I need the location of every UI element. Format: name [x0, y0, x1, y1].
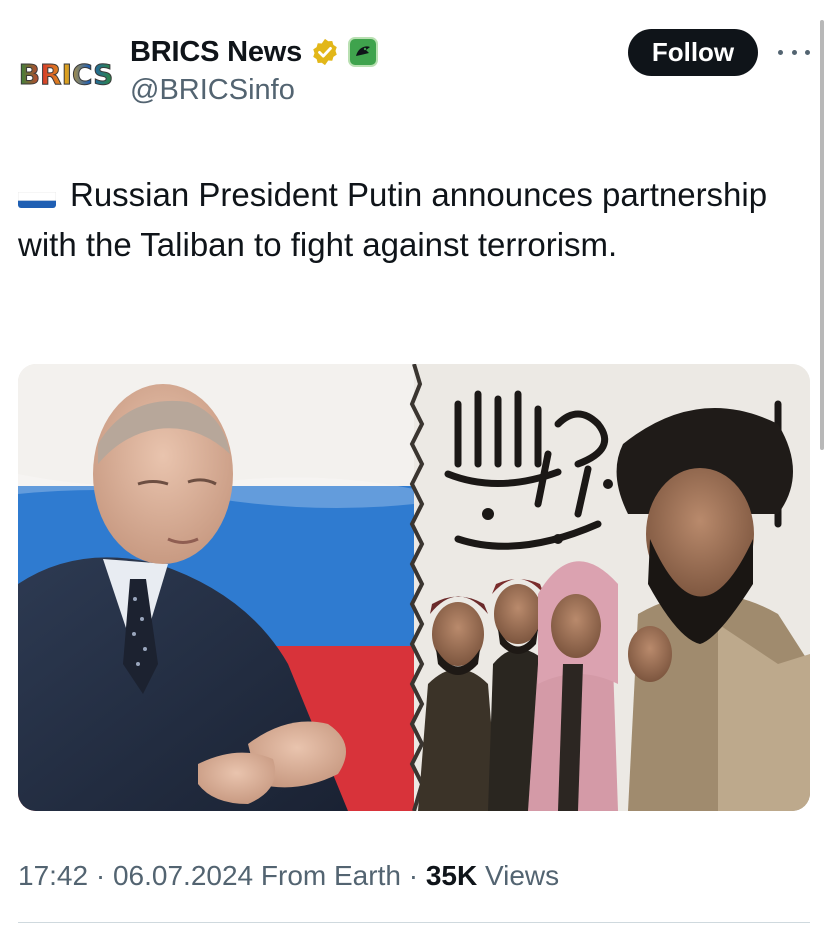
views-label: Views: [477, 860, 560, 891]
follow-button[interactable]: Follow: [628, 29, 758, 76]
avatar[interactable]: BRICS: [18, 40, 114, 104]
more-options-icon[interactable]: [778, 40, 810, 64]
brics-logo-icon: BRICS: [18, 58, 114, 92]
tweet-text: Russian President Putin announces partne…: [18, 170, 808, 270]
scrollbar[interactable]: [820, 20, 824, 450]
tweet-source: From Earth: [253, 860, 401, 891]
meta-separator: ·: [88, 860, 113, 891]
tweet-media-image[interactable]: [18, 364, 810, 811]
tweet-time[interactable]: 17:42: [18, 860, 88, 891]
russia-flag-icon: [18, 182, 56, 208]
affiliate-badge-icon[interactable]: [348, 37, 379, 67]
author-handle[interactable]: @BRICSinfo: [130, 74, 295, 107]
tweet-card: BRICS BRICS News @BRICSinfo Follow Russi…: [0, 0, 828, 927]
display-name[interactable]: BRICS News: [130, 36, 302, 69]
verified-badge-icon: [310, 37, 340, 67]
meta-separator: ·: [400, 860, 426, 891]
author-name-row[interactable]: BRICS News: [130, 34, 379, 70]
tweet-meta: 17:42 · 06.07.2024 From Earth · 35K View…: [18, 860, 559, 892]
views-count[interactable]: 35K: [426, 860, 477, 891]
tweet-body: Russian President Putin announces partne…: [18, 176, 768, 263]
brics-logo-text: BRICS: [19, 58, 114, 91]
divider: [18, 922, 810, 923]
tweet-date[interactable]: 06.07.2024: [113, 860, 253, 891]
